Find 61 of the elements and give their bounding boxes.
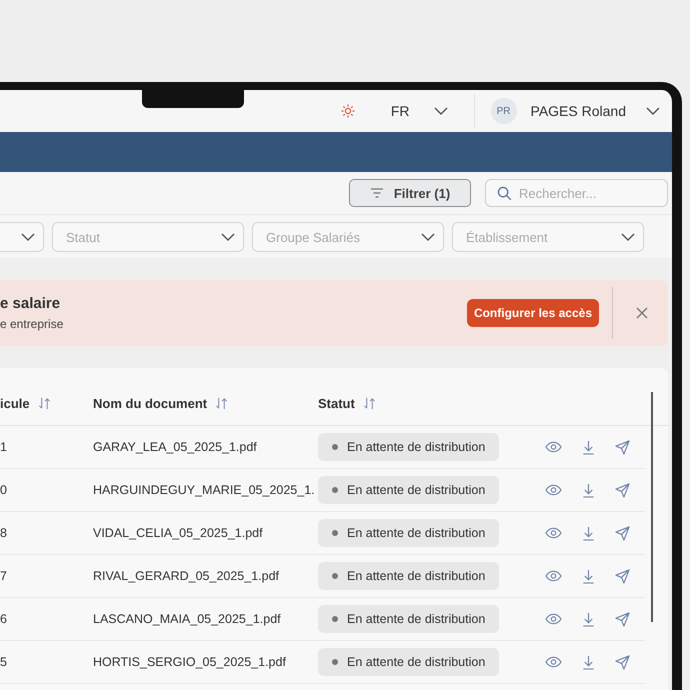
table-cell-text: 8 bbox=[0, 526, 8, 540]
download-icon[interactable] bbox=[582, 654, 595, 670]
send-icon[interactable] bbox=[615, 654, 630, 670]
status-badge: En attente de distribution bbox=[318, 605, 500, 633]
send-icon[interactable] bbox=[615, 526, 630, 540]
send-icon[interactable] bbox=[615, 482, 630, 498]
chevron-down-icon bbox=[21, 233, 35, 241]
table-cell-text: RIVAL_GERARD_05_2025_1.pdf bbox=[93, 569, 280, 583]
table-cell-text: 5 bbox=[0, 655, 8, 669]
table-cell-text: 0 bbox=[0, 483, 8, 497]
filter-icon bbox=[370, 188, 384, 198]
configure-access-button[interactable]: Configurer les accès bbox=[466, 299, 599, 327]
eye-icon[interactable] bbox=[545, 570, 562, 582]
chevron-down-icon bbox=[421, 233, 435, 241]
eye-icon[interactable] bbox=[545, 484, 562, 496]
send-icon[interactable] bbox=[615, 568, 630, 584]
sort-icon[interactable] bbox=[215, 397, 228, 410]
user-name[interactable]: PAGES Roland bbox=[530, 103, 626, 119]
column-header[interactable]: icule bbox=[0, 396, 30, 411]
eye-icon[interactable] bbox=[545, 441, 562, 453]
download-icon[interactable] bbox=[582, 526, 595, 540]
eye-icon[interactable] bbox=[545, 613, 562, 625]
table-cell-text: HORTIS_SERGIO_05_2025_1.pdf bbox=[93, 655, 287, 669]
status-badge: En attente de distribution bbox=[318, 519, 500, 547]
download-icon[interactable] bbox=[582, 568, 595, 584]
sort-icon[interactable] bbox=[38, 397, 51, 410]
search-field[interactable]: Rechercher... bbox=[485, 179, 668, 207]
language-selector[interactable]: FR bbox=[390, 103, 410, 119]
banner-text: e entreprise bbox=[0, 317, 64, 331]
eye-icon[interactable] bbox=[545, 656, 562, 668]
banner-title: e salaire bbox=[0, 295, 62, 312]
table-cell-text: VIDAL_CELIA_05_2025_1.pdf bbox=[93, 526, 264, 540]
chevron-down-icon[interactable] bbox=[646, 107, 660, 115]
status-badge: En attente de distribution bbox=[318, 433, 500, 461]
table-cell-text: 6 bbox=[0, 612, 8, 626]
chevron-down-icon[interactable] bbox=[434, 107, 448, 115]
table-cell-text: HARGUINDEGUY_MARIE_05_2025_1. bbox=[93, 483, 316, 497]
send-icon[interactable] bbox=[615, 440, 630, 454]
table-cell-text: 7 bbox=[0, 569, 8, 583]
download-icon[interactable] bbox=[582, 440, 595, 454]
column-header[interactable]: Statut bbox=[318, 396, 355, 411]
download-icon[interactable] bbox=[582, 612, 595, 626]
download-icon[interactable] bbox=[582, 482, 595, 498]
filter-button[interactable]: Filtrer (1) bbox=[349, 179, 471, 207]
scrollbar[interactable] bbox=[651, 392, 653, 622]
send-icon[interactable] bbox=[615, 612, 630, 626]
status-badge: En attente de distribution bbox=[318, 476, 500, 504]
dropdown[interactable] bbox=[0, 222, 44, 252]
table-cell-text: LASCANO_MAIA_05_2025_1.pdf bbox=[93, 612, 282, 626]
chevron-down-icon bbox=[221, 233, 235, 241]
status-badge: En attente de distribution bbox=[318, 562, 500, 590]
chevron-down-icon bbox=[621, 233, 635, 241]
eye-icon[interactable] bbox=[545, 527, 562, 539]
user-avatar[interactable]: PR bbox=[490, 98, 517, 124]
status-badge: En attente de distribution bbox=[318, 648, 500, 676]
close-icon[interactable] bbox=[636, 307, 648, 319]
sun-icon[interactable] bbox=[340, 104, 355, 118]
table-cell-text: 1 bbox=[0, 440, 8, 454]
sort-icon[interactable] bbox=[362, 397, 376, 410]
table-cell-text: GARAY_LEA_05_2025_1.pdf bbox=[93, 440, 258, 454]
column-header[interactable]: Nom du document bbox=[93, 396, 208, 411]
